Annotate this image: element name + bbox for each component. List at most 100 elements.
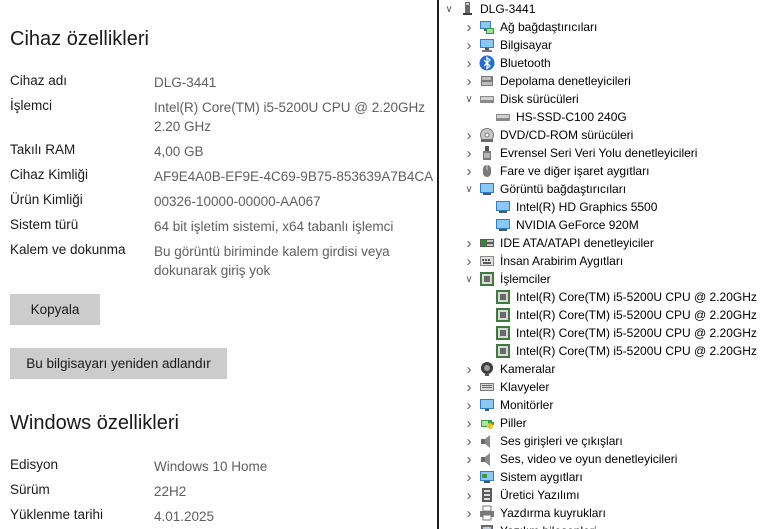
chevron-right-icon[interactable]: › [463,252,475,270]
spec-label: Kalem ve dokunma [10,242,126,257]
spec-value[interactable]: 4.01.2025 [154,507,434,526]
chevron-right-icon[interactable]: › [463,54,475,72]
spec-label: Cihaz adı [10,73,68,88]
spec-label: İşlemci [10,98,53,113]
spec-value[interactable]: Intel(R) Core(TM) i5-5200U CPU @ 2.20GHz… [154,98,434,136]
chevron-right-icon[interactable]: › [463,486,475,504]
chevron-down-icon[interactable]: ∨ [443,0,455,18]
spec-value[interactable]: DLG-3441 [154,73,434,92]
tree-device-item[interactable]: Intel(R) HD Graphics 5500 [483,198,657,216]
tree-category-item[interactable]: ∨ İşlemciler [463,270,551,288]
chevron-down-icon[interactable]: ∨ [463,270,475,288]
chevron-right-icon[interactable]: › [463,360,475,378]
chevron-right-icon[interactable]: › [463,234,475,252]
tree-category-item[interactable]: › İnsan Arabirim Aygıtları [463,252,624,270]
spec-value[interactable]: 22H2 [154,482,434,501]
chevron-right-icon[interactable]: › [463,126,475,144]
chevron-right-icon[interactable]: › [463,504,475,522]
spec-value-line: Bu görüntü biriminde kalem girdisi veya [154,244,390,259]
tree-device-item[interactable]: Intel(R) Core(TM) i5-5200U CPU @ 2.20GHz [483,324,757,342]
tree-category-item[interactable]: › IDE ATA/ATAPI denetleyiciler [463,234,654,252]
spec-value-line: 2.20 GHz [154,119,212,134]
tree-root-label: DLG-3441 [480,2,536,16]
processor-icon [495,307,511,323]
chevron-down-icon[interactable]: ∨ [463,180,475,198]
tree-item-label: Yazılım bileşenleri [500,524,596,529]
chevron-right-icon[interactable]: › [463,396,475,414]
chevron-down-icon[interactable]: ∨ [463,90,475,108]
tree-item-label: Klavyeler [500,380,550,394]
settings-about-pane: Cihaz özellikleri Cihaz adı DLG-3441 İşl… [0,0,437,529]
tree-category-item[interactable]: ∨ Disk sürücüleri [463,90,578,108]
chevron-right-icon[interactable]: › [463,414,475,432]
spec-value[interactable]: Windows 10 Home [154,457,434,476]
tree-category-item[interactable]: › Piller [463,414,527,432]
rename-pc-button[interactable]: Bu bilgisayarı yeniden adlandır [10,348,227,379]
tree-item-label: Yazdırma kuyrukları [500,506,606,520]
spec-label: Sürüm [10,482,50,497]
tree-category-item[interactable]: › Evrensel Seri Veri Yolu denetleyicileri [463,144,698,162]
processor-icon [479,271,495,287]
tree-item-label: Monitörler [500,398,554,412]
spec-value[interactable]: AF9E4A0B-EF9E-4C69-9B75-853639A7B4CA [154,167,434,186]
tree-category-item[interactable]: › Bilgisayar [463,36,553,54]
spec-label: Edisyon [10,457,59,472]
copy-button[interactable]: Kopyala [10,294,100,325]
tree-item-label: Intel(R) Core(TM) i5-5200U CPU @ 2.20GHz [516,290,757,304]
spec-label: Sistem türü [10,217,79,232]
spec-value-line: dokunarak giriş yok [154,263,271,278]
tree-item-label: Intel(R) HD Graphics 5500 [516,200,658,214]
tree-category-item[interactable]: › Ağ bağdaştırıcıları [463,18,598,36]
monitor-icon [479,397,495,413]
tree-item-label: Intel(R) Core(TM) i5-5200U CPU @ 2.20GHz [516,308,757,322]
tree-root[interactable]: ∨ DLG-3441 [443,0,535,18]
tree-category-item[interactable]: › Monitörler [463,396,554,414]
chevron-right-icon[interactable]: › [463,144,475,162]
tree-category-item[interactable]: › DVD/CD-ROM sürücüleri [463,126,634,144]
display-adapter-icon [495,199,511,215]
tree-category-item[interactable]: › Kameralar [463,360,556,378]
chevron-right-icon[interactable]: › [463,18,475,36]
tree-category-item[interactable]: › Klavyeler [463,378,550,396]
tree-category-item[interactable]: › Ses girişleri ve çıkışları [463,432,623,450]
tree-category-item[interactable]: › Yazılım bileşenleri [463,522,596,529]
tree-item-label: Depolama denetleyicileri [500,74,631,88]
chevron-right-icon[interactable]: › [463,36,475,54]
tree-device-item[interactable]: NVIDIA GeForce 920M [483,216,639,234]
chevron-right-icon[interactable]: › [463,72,475,90]
tree-device-item[interactable]: Intel(R) Core(TM) i5-5200U CPU @ 2.20GHz [483,342,757,360]
spec-value[interactable]: 4,00 GB [154,142,434,161]
tree-category-item[interactable]: › Fare ve diğer işaret aygıtları [463,162,650,180]
tree-category-item[interactable]: › Sistem aygıtları [463,468,583,486]
chevron-right-icon[interactable]: › [463,432,475,450]
chevron-right-icon[interactable]: › [463,378,475,396]
dvd-drive-icon [479,127,495,143]
computer-icon [459,1,475,17]
chevron-right-icon[interactable]: › [463,522,475,529]
tree-item-label: Evrensel Seri Veri Yolu denetleyicileri [500,146,698,160]
device-manager-tree: ∨ DLG-3441 › Ağ bağdaştırıcıları › Bilgisay… [439,0,784,529]
tree-item-label: IDE ATA/ATAPI denetleyiciler [500,236,654,250]
tree-item-label: İnsan Arabirim Aygıtları [500,254,624,268]
processor-icon [495,343,511,359]
chevron-right-icon[interactable]: › [463,450,475,468]
tree-item-label: Intel(R) Core(TM) i5-5200U CPU @ 2.20GHz [516,326,757,340]
tree-item-label: Kameralar [500,362,556,376]
chevron-right-icon[interactable]: › [463,468,475,486]
tree-category-item[interactable]: › Depolama denetleyicileri [463,72,631,90]
spec-value[interactable]: 64 bit işletim sistemi, x64 tabanlı işle… [154,217,434,236]
tree-category-item[interactable]: › Üretici Yazılımı [463,486,580,504]
mouse-icon [479,163,495,179]
tree-category-item[interactable]: › Yazdırma kuyrukları [463,504,606,522]
tree-device-item[interactable]: Intel(R) Core(TM) i5-5200U CPU @ 2.20GHz [483,288,757,306]
tree-category-item[interactable]: ∨ Görüntü bağdaştırıcıları [463,180,626,198]
tree-category-item[interactable]: › Bluetooth [463,54,551,72]
spec-value[interactable]: 00326-10000-00000-AA067 [154,192,434,211]
chevron-right-icon[interactable]: › [463,162,475,180]
tree-item-label: Üretici Yazılımı [500,488,580,502]
spec-value[interactable]: Bu görüntü biriminde kalem girdisi veya … [154,242,434,280]
tree-device-item[interactable]: HS-SSD-C100 240G [483,108,627,126]
ide-controller-icon [479,235,495,251]
tree-device-item[interactable]: Intel(R) Core(TM) i5-5200U CPU @ 2.20GHz [483,306,757,324]
tree-category-item[interactable]: › Ses, video ve oyun denetleyicileri [463,450,678,468]
